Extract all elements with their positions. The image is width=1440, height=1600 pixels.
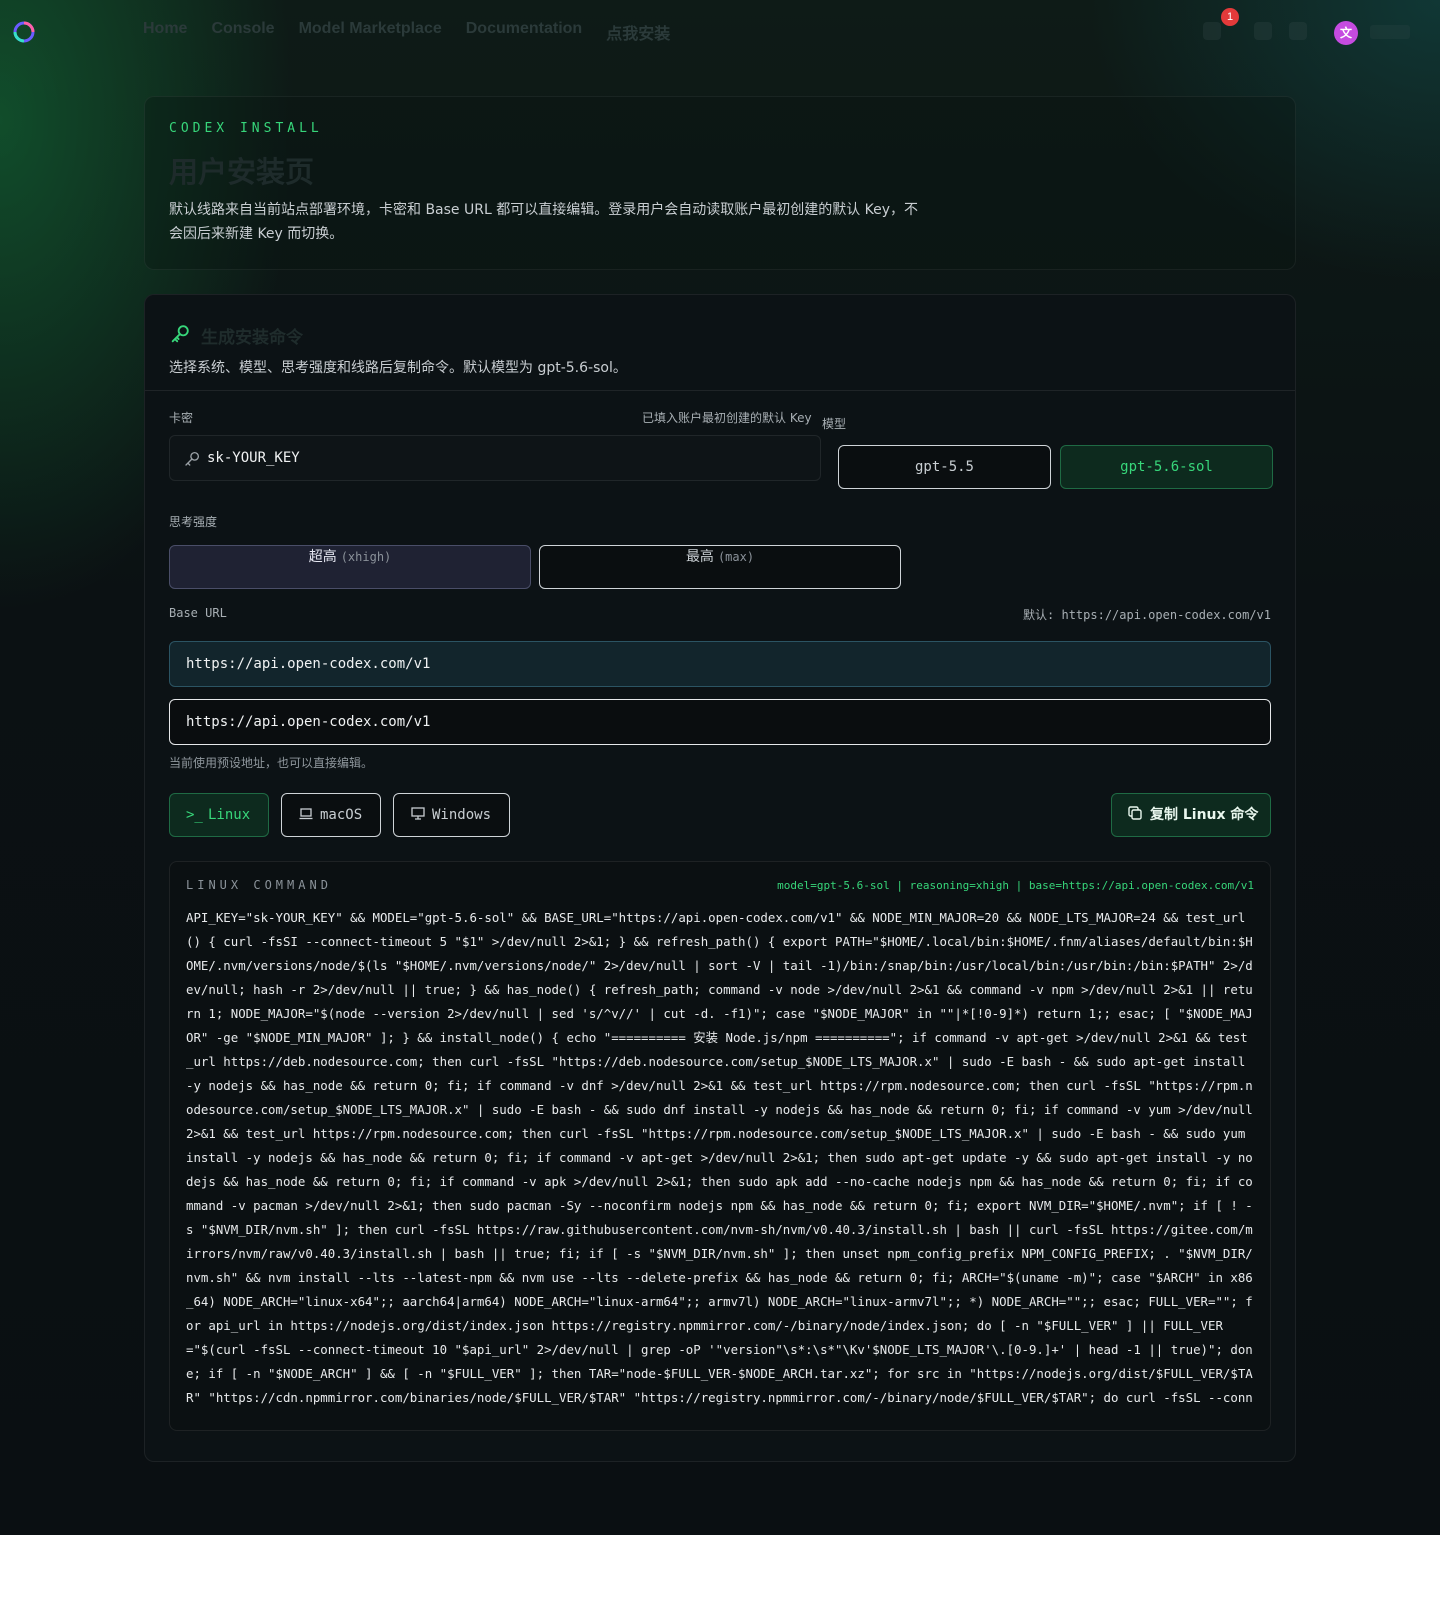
nav-install[interactable]: 点我安装 [606,20,670,44]
command-label: LINUX COMMAND [186,878,332,892]
nav-documentation[interactable]: Documentation [466,20,582,44]
language-icon[interactable] [1289,22,1307,40]
model-option-gpt-5-5[interactable]: gpt-5.5 [838,445,1051,489]
base-url-input[interactable]: https://api.open-codex.com/v1 [169,699,1271,745]
model-label: 模型 [822,417,847,431]
hero-description: 默认线路来自当前站点部署环境，卡密和 Base URL 都可以直接编辑。登录用户… [169,202,919,242]
effort-option-xhigh[interactable]: 超高 (xhigh) [169,545,531,589]
nav-home[interactable]: Home [143,20,187,44]
base-url-default: 默认: https://api.open-codex.com/v1 [1023,608,1271,622]
nav-model-marketplace[interactable]: Model Marketplace [299,20,442,44]
key-field[interactable]: sk-YOUR_KEY [169,435,821,481]
effort-max-label: 最高 [685,549,714,565]
copy-command-label: 复制 Linux 命令 [1150,807,1259,823]
user-menu[interactable] [1370,25,1410,39]
hero-card: CODEX INSTALL 用户安装页 默认线路来自当前站点部署环境，卡密和 B… [144,96,1296,270]
page-title: 用户安装页 [169,155,315,189]
logo-icon[interactable] [12,20,36,44]
effort-label: 思考强度 [169,515,218,529]
key-icon [171,325,189,343]
install-command-card: 生成安装命令 选择系统、模型、思考强度和线路后复制命令。默认模型为 gpt-5.… [144,294,1296,1462]
os-tab-linux-label: Linux [208,807,251,823]
key-value[interactable]: sk-YOUR_KEY [207,450,300,466]
terminal-icon: >_ [186,807,203,823]
key-hint: 已填入账户最初创建的默认 Key [642,411,812,425]
os-tab-macos-label: macOS [320,807,363,823]
command-text[interactable]: API_KEY="sk-YOUR_KEY" && MODEL="gpt-5.6-… [186,906,1254,1406]
main-nav: Home Console Model Marketplace Documenta… [143,20,670,44]
command-panel: LINUX COMMAND model=gpt-5.6-sol | reason… [169,861,1271,1431]
nav-console[interactable]: Console [211,20,274,44]
avatar[interactable]: 文 [1334,21,1358,45]
base-url-hint: 当前使用预设地址，也可以直接编辑。 [169,756,374,770]
key-label: 卡密 [169,411,194,425]
card-subtitle: 选择系统、模型、思考强度和线路后复制命令。默认模型为 gpt-5.6-sol。 [169,360,627,376]
os-tab-windows[interactable]: Windows [393,793,510,837]
copy-command-button[interactable]: 复制 Linux 命令 [1111,793,1271,837]
app-root: Home Console Model Marketplace Documenta… [0,0,1440,1535]
effort-xhigh-label: 超高 [308,549,337,565]
base-url-label: Base URL [169,606,227,620]
os-tab-windows-label: Windows [432,807,492,823]
os-tab-macos[interactable]: macOS [281,793,381,837]
copy-icon [1128,794,1144,836]
card-title: 生成安装命令 [201,328,303,348]
card-header: 生成安装命令 选择系统、模型、思考强度和线路后复制命令。默认模型为 gpt-5.… [145,295,1295,391]
laptop-icon [298,794,314,836]
top-header: Home Console Model Marketplace Documenta… [0,0,1440,64]
bell-icon[interactable] [1203,22,1221,40]
effort-option-max[interactable]: 最高 (max) [539,545,901,589]
effort-xhigh-code: (xhigh) [340,550,392,564]
command-meta: model=gpt-5.6-sol | reasoning=xhigh | ba… [777,879,1254,892]
monitor-icon [410,794,426,836]
effort-max-code: (max) [717,550,755,564]
model-option-gpt-5-6-sol[interactable]: gpt-5.6-sol [1060,445,1273,489]
key-field-icon [185,451,200,466]
notification-badge: 1 [1221,8,1239,26]
os-tab-linux[interactable]: >_ Linux [169,793,269,837]
hero-eyebrow: CODEX INSTALL [169,121,323,136]
theme-toggle-icon[interactable] [1254,22,1272,40]
base-url-preset-select[interactable]: https://api.open-codex.com/v1 [169,641,1271,687]
base-url-preset-value: https://api.open-codex.com/v1 [186,656,431,672]
base-url-input-value[interactable]: https://api.open-codex.com/v1 [186,714,430,730]
